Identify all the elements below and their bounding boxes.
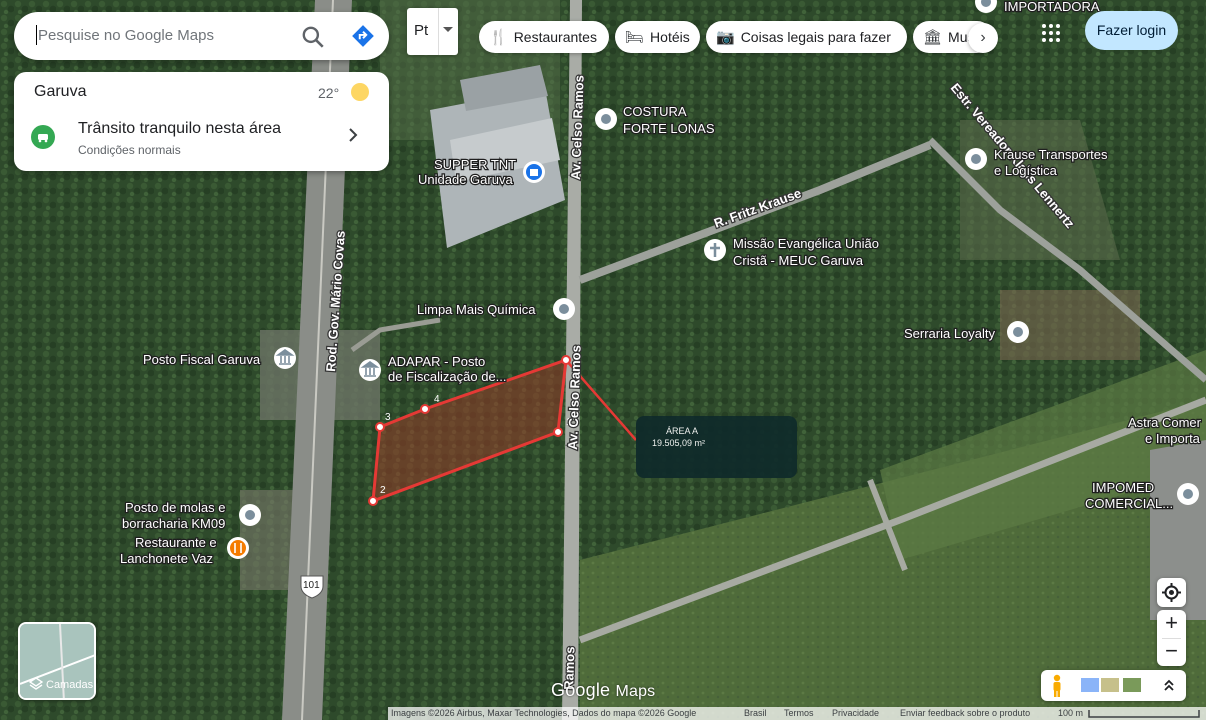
museum-icon: 🏛 (923, 29, 943, 46)
chip-label: Hotéis (650, 29, 690, 45)
logo-maps: Maps (615, 683, 656, 700)
hotel-icon: 🛏 (625, 29, 645, 46)
search-box[interactable]: Pesquise no Google Maps (14, 12, 389, 60)
measure-vertex[interactable] (375, 422, 385, 432)
country-link[interactable]: Brasil (744, 708, 767, 718)
shopping-pin[interactable] (523, 161, 545, 183)
place-label[interactable]: IMPORTADORA (1003, 0, 1101, 15)
dropdown-arrow-icon[interactable] (443, 27, 453, 32)
directions-icon[interactable] (350, 23, 376, 49)
measure-vertex[interactable] (420, 404, 430, 414)
church-pin[interactable] (704, 239, 726, 261)
place-label[interactable]: Posto Fiscal Garuva (142, 351, 262, 369)
chevron-right-icon[interactable]: › (968, 23, 998, 53)
pegman-icon[interactable] (1050, 674, 1064, 698)
restaurant-icon: 🍴 (489, 29, 508, 46)
zoom-in-button[interactable]: + (1157, 610, 1186, 636)
imagery-thumbnail[interactable] (1123, 678, 1141, 692)
language-label: Pt (414, 22, 429, 39)
my-location-button[interactable] (1157, 578, 1186, 607)
car-icon (31, 125, 55, 149)
area-info-card: Garuva 22° Trânsito tranquilo nesta área… (14, 72, 389, 171)
place-pin[interactable] (1007, 321, 1029, 343)
place-pin[interactable] (965, 148, 987, 170)
scale-bar (1088, 710, 1200, 718)
chip-hotels[interactable]: 🛏 Hotéis (615, 21, 700, 53)
imagery-thumbnail[interactable] (1101, 678, 1119, 692)
chip-things-to-do[interactable]: 📷 Coisas legais para fazer (706, 21, 907, 53)
layers-label: Camadas (46, 679, 94, 691)
place-label[interactable]: Restaurante e Lanchonete Vaz (119, 534, 218, 568)
google-maps-logo: Google Maps (551, 680, 655, 701)
terms-link[interactable]: Termos (784, 708, 814, 718)
search-input[interactable]: Pesquise no Google Maps (38, 27, 214, 44)
measure-label: ÁREA A (666, 426, 699, 436)
text-caret (36, 25, 37, 45)
layers-button[interactable]: Camadas (18, 622, 96, 700)
privacy-link[interactable]: Privacidade (832, 708, 879, 718)
attribution-bar: Imagens ©2026 Airbus, Maxar Technologies… (388, 707, 1206, 720)
zoom-out-button[interactable]: − (1157, 638, 1186, 664)
my-location-icon (1162, 583, 1181, 602)
imagery-credit: Imagens ©2026 Airbus, Maxar Technologies… (391, 708, 697, 718)
chip-restaurants[interactable]: 🍴 Restaurantes (479, 21, 609, 53)
chip-label: Restaurantes (513, 29, 597, 45)
chevron-right-icon[interactable] (346, 126, 360, 144)
place-label[interactable]: Posto de molas e borracharia KM09 (121, 499, 227, 533)
zoom-control: + − (1157, 610, 1186, 666)
apps-grid-icon[interactable] (1040, 22, 1062, 44)
vertex-label: 4 (434, 394, 440, 405)
government-pin[interactable] (359, 359, 381, 381)
measure-tooltip: ÁREA A 19.505,09 m² (636, 416, 797, 478)
place-pin[interactable] (595, 108, 617, 130)
temperature: 22° (318, 85, 340, 101)
feedback-link[interactable]: Enviar feedback sobre o produto (900, 708, 1030, 718)
sun-icon (351, 83, 369, 101)
place-label[interactable]: Limpa Mais Química (416, 301, 538, 319)
place-pin[interactable] (1177, 483, 1199, 505)
scale-label[interactable]: 100 m (1058, 708, 1083, 718)
place-label[interactable]: Serraria Loyalty (903, 325, 997, 343)
chevron-up-icon[interactable] (1163, 678, 1175, 692)
street-view-bar (1041, 670, 1186, 701)
vertex-label: 3 (385, 412, 391, 423)
city-name: Garuva (34, 83, 87, 100)
layers-icon (29, 677, 43, 690)
measure-value: 19.505,09 m² (652, 438, 706, 448)
imagery-thumbnail[interactable] (1081, 678, 1099, 692)
measure-vertex[interactable] (553, 427, 563, 437)
restaurant-pin[interactable] (227, 537, 249, 559)
camera-icon: 📷 (716, 29, 735, 46)
traffic-title[interactable]: Trânsito tranquilo nesta área (78, 120, 281, 138)
government-pin[interactable] (274, 347, 296, 369)
chip-label: Coisas legais para fazer (740, 29, 891, 45)
divider (438, 8, 439, 55)
measure-vertex[interactable] (368, 496, 378, 506)
language-selector[interactable]: Pt (407, 8, 458, 55)
search-icon[interactable] (300, 24, 326, 50)
traffic-subtitle: Condições normais (78, 143, 181, 157)
place-pin[interactable] (553, 298, 575, 320)
place-pin[interactable] (239, 504, 261, 526)
login-button[interactable]: Fazer login (1085, 11, 1178, 50)
logo-google: Google (551, 680, 611, 700)
svg-text:101: 101 (303, 580, 320, 591)
vertex-label: 2 (380, 485, 386, 496)
